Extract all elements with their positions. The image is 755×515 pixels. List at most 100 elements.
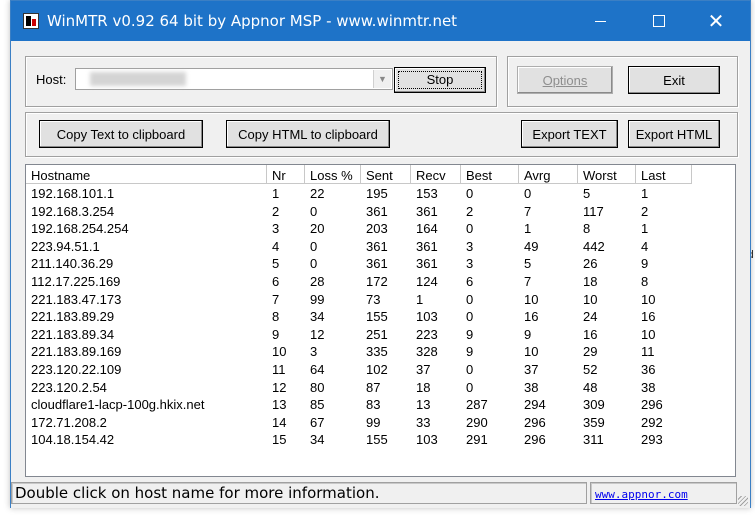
table-row[interactable]: 221.183.47.173 7 99 73 1 0 10 10 10 xyxy=(26,291,735,308)
column-header-last[interactable]: Last xyxy=(636,165,692,184)
cell-nr: 5 xyxy=(272,256,280,272)
cell-hostname[interactable]: 223.120.22.109 xyxy=(26,361,267,378)
options-button[interactable]: Options xyxy=(517,66,613,94)
host-input[interactable]: ▼ xyxy=(75,68,393,90)
cell-hostname[interactable]: 221.183.89.34 xyxy=(26,326,267,343)
cell-loss: 34 xyxy=(310,309,325,325)
cell-hostname[interactable]: 221.183.89.29 xyxy=(26,308,267,325)
cell-hostname[interactable]: 112.17.225.169 xyxy=(26,273,267,290)
window-title: WinMTR v0.92 64 bit by Appnor MSP - www.… xyxy=(47,12,458,30)
cell-last: 2 xyxy=(641,203,649,219)
cell-avrg: 38 xyxy=(524,379,539,395)
cell-recv: 37 xyxy=(416,362,431,377)
table-row[interactable]: 192.168.254.254 3 20 203 164 0 1 8 1 xyxy=(26,220,735,237)
export-text-button[interactable]: Export TEXT xyxy=(521,120,618,148)
column-header-sent[interactable]: Sent xyxy=(361,165,411,184)
status-bar: Double click on host name for more infor… xyxy=(11,480,750,508)
table-row[interactable]: 223.120.2.54 12 80 87 18 0 38 48 38 xyxy=(26,379,735,396)
table-row[interactable]: 192.168.101.1 1 22 195 153 0 0 5 1 xyxy=(26,185,735,202)
cell-best: 0 xyxy=(466,221,474,237)
table-row[interactable]: 192.168.3.254 2 0 361 361 2 7 117 2 xyxy=(26,203,735,220)
copy-html-button[interactable]: Copy HTML to clipboard xyxy=(226,120,390,148)
cell-best: 9 xyxy=(466,326,474,342)
resize-grip[interactable] xyxy=(738,496,748,506)
cell-recv: 328 xyxy=(416,344,438,360)
table-row[interactable]: 221.183.89.34 9 12 251 223 9 9 16 10 xyxy=(26,326,735,343)
cell-recv: 1 xyxy=(416,291,424,307)
title-bar[interactable]: WinMTR v0.92 64 bit by Appnor MSP - www.… xyxy=(11,1,750,41)
cell-avrg: 296 xyxy=(524,432,546,448)
cell-best: 0 xyxy=(466,362,474,377)
cell-last: 16 xyxy=(641,309,656,325)
cell-worst: 29 xyxy=(583,344,598,360)
app-icon xyxy=(23,13,39,29)
cell-hostname[interactable]: 192.168.254.254 xyxy=(26,220,267,237)
table-row[interactable]: 112.17.225.169 6 28 172 124 6 7 18 8 xyxy=(26,273,735,290)
close-button[interactable]: ✕ xyxy=(687,1,745,41)
cell-hostname[interactable]: 221.183.89.169 xyxy=(26,343,267,360)
cell-best: 0 xyxy=(466,309,474,325)
table-row[interactable]: cloudflare1-lacp-100g.hkix.net 13 85 83 13 28… xyxy=(26,396,735,413)
cell-hostname[interactable]: 223.120.2.54 xyxy=(26,379,267,396)
column-header-recv[interactable]: Recv xyxy=(411,165,461,184)
copy-text-button[interactable]: Copy Text to clipboard xyxy=(39,120,203,148)
table-row[interactable]: 211.140.36.29 5 0 361 361 3 5 26 9 xyxy=(26,255,735,272)
cell-hostname[interactable]: 104.18.154.42 xyxy=(26,431,267,448)
cell-loss: 0 xyxy=(310,238,318,254)
cell-sent: 203 xyxy=(366,221,388,237)
cell-last: 4 xyxy=(641,238,649,254)
table-row[interactable]: 221.183.89.169 10 3 335 328 9 10 29 11 xyxy=(26,343,735,360)
appnor-link[interactable]: www.appnor.com xyxy=(595,488,688,501)
cell-nr: 13 xyxy=(272,397,287,413)
cell-hostname[interactable]: 192.168.101.1 xyxy=(26,185,267,202)
cell-best: 0 xyxy=(466,291,474,307)
cell-hostname[interactable]: 211.140.36.29 xyxy=(26,255,267,272)
table-row[interactable]: 104.18.154.42 15 34 155 103 291 296 311 293 xyxy=(26,431,735,448)
maximize-icon xyxy=(653,15,665,27)
column-header-best[interactable]: Best xyxy=(461,165,519,184)
cell-hostname[interactable]: 221.183.47.173 xyxy=(26,291,267,308)
host-label: Host: xyxy=(36,72,67,87)
cell-best: 0 xyxy=(466,186,474,201)
export-html-button[interactable]: Export HTML xyxy=(628,120,720,148)
cell-nr: 10 xyxy=(272,344,287,360)
stop-button[interactable]: Stop xyxy=(394,67,486,93)
column-header-worst[interactable]: Worst xyxy=(578,165,636,184)
cell-loss: 0 xyxy=(310,203,318,219)
cell-avrg: 9 xyxy=(524,326,532,342)
column-header-loss[interactable]: Loss % xyxy=(305,165,361,184)
cell-loss: 3 xyxy=(310,344,318,360)
column-header-hostname[interactable]: Hostname xyxy=(26,165,267,184)
table-row[interactable]: 223.94.51.1 4 0 361 361 3 49 442 4 xyxy=(26,238,735,255)
cell-hostname[interactable]: 172.71.208.2 xyxy=(26,414,267,431)
cell-loss: 99 xyxy=(310,291,325,307)
cell-worst: 26 xyxy=(583,256,598,272)
copy-html-button-label: Copy HTML to clipboard xyxy=(238,127,378,142)
export-text-button-label: Export TEXT xyxy=(532,127,607,142)
exit-button[interactable]: Exit xyxy=(628,66,720,94)
cell-hostname[interactable]: 223.94.51.1 xyxy=(26,238,267,255)
cell-worst: 52 xyxy=(583,362,598,377)
cell-avrg: 7 xyxy=(524,203,532,219)
table-row[interactable]: 221.183.89.29 8 34 155 103 0 16 24 16 xyxy=(26,308,735,325)
cell-recv: 361 xyxy=(416,256,438,272)
trace-table[interactable]: Hostname Nr Loss % Sent Recv Best Avrg W… xyxy=(25,164,736,477)
host-value-redacted xyxy=(90,72,186,86)
cell-hostname[interactable]: 192.168.3.254 xyxy=(26,203,267,220)
cell-best: 2 xyxy=(466,203,474,219)
cell-sent: 73 xyxy=(366,291,381,307)
minimize-button[interactable] xyxy=(571,1,629,41)
table-row[interactable]: 172.71.208.2 14 67 99 33 290 296 359 292 xyxy=(26,414,735,431)
cell-loss: 12 xyxy=(310,326,325,342)
cell-sent: 195 xyxy=(366,186,388,201)
cell-last: 10 xyxy=(641,326,656,342)
maximize-button[interactable] xyxy=(629,1,687,41)
column-header-avrg[interactable]: Avrg xyxy=(519,165,578,184)
table-row[interactable]: 223.120.22.109 11 64 102 37 0 37 52 36 xyxy=(26,361,735,378)
cell-hostname[interactable]: cloudflare1-lacp-100g.hkix.net xyxy=(26,396,267,413)
column-header-nr[interactable]: Nr xyxy=(267,165,305,184)
chevron-down-icon[interactable]: ▼ xyxy=(373,70,391,88)
cell-avrg: 37 xyxy=(524,362,539,377)
cell-recv: 13 xyxy=(416,397,431,413)
cell-avrg: 0 xyxy=(524,186,532,201)
